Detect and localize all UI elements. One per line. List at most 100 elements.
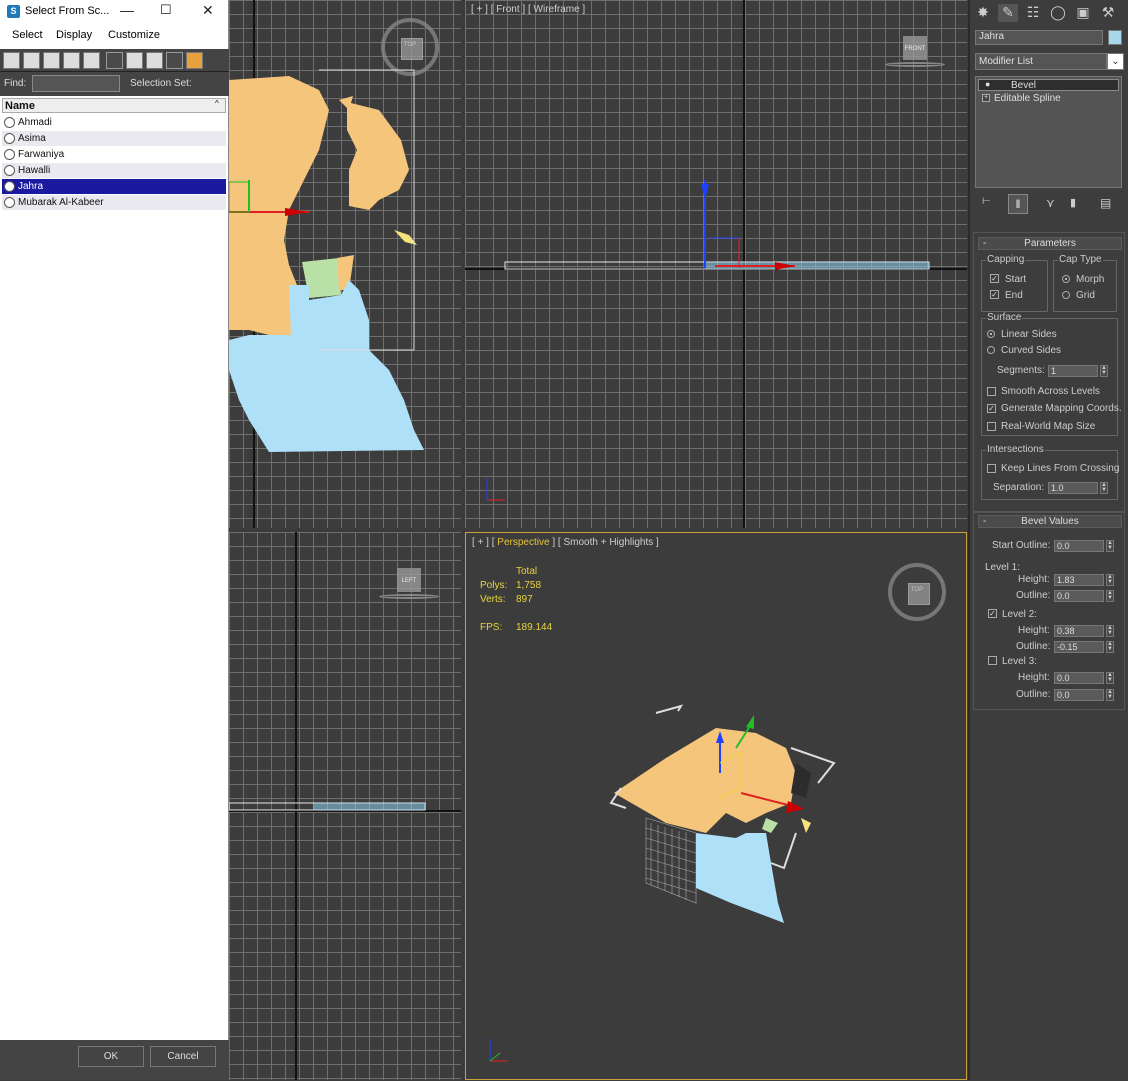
object-color-swatch[interactable]: [1108, 30, 1122, 45]
curved-sides-radio[interactable]: [987, 346, 995, 354]
l2-height-spinner[interactable]: 0.38: [1054, 625, 1104, 637]
viewport-top[interactable]: TOP: [229, 0, 461, 528]
pin-stack-icon[interactable]: ⊢: [982, 196, 998, 212]
morph-label: Morph: [1076, 274, 1105, 285]
list-item[interactable]: Asima: [2, 131, 226, 146]
viewport-left[interactable]: LEFT: [229, 532, 461, 1080]
l1-outline-arrows[interactable]: ▲ ▼: [1106, 590, 1114, 602]
remove-modifier-icon[interactable]: ▮: [1070, 196, 1076, 209]
helpers-filter-icon[interactable]: [83, 52, 100, 69]
spacewarps-filter-icon[interactable]: [106, 52, 123, 69]
stack-item-editable-spline[interactable]: + Editable Spline: [978, 93, 1119, 105]
expand-icon[interactable]: +: [982, 94, 990, 102]
lights-filter-icon[interactable]: [43, 52, 60, 69]
menu-select[interactable]: Select: [12, 29, 43, 41]
create-tab-icon[interactable]: ✸: [973, 4, 993, 22]
chevron-down-icon[interactable]: ⌄: [1107, 53, 1124, 70]
bevel-values-rollout-header[interactable]: - Bevel Values: [978, 515, 1122, 528]
level2-checkbox[interactable]: ✓: [988, 609, 997, 618]
keep-lines-checkbox[interactable]: [987, 464, 996, 473]
l2-outline-spinner[interactable]: -0.15: [1054, 641, 1104, 653]
object-name-field[interactable]: Jahra: [975, 30, 1103, 45]
linear-sides-radio[interactable]: [987, 330, 995, 338]
smooth-across-label: Smooth Across Levels: [1001, 386, 1100, 397]
l3-height-arrows[interactable]: ▲ ▼: [1106, 672, 1114, 684]
l2-height-arrows[interactable]: ▲ ▼: [1106, 625, 1114, 637]
utilities-tab-icon[interactable]: ⚒: [1098, 4, 1118, 22]
filter-toolbar: [0, 49, 229, 72]
sort-icon: ^: [215, 99, 219, 108]
cap-end-checkbox[interactable]: ✓: [990, 290, 999, 299]
bulb-icon[interactable]: ●: [985, 79, 990, 89]
maximize-icon[interactable]: ☐: [160, 2, 172, 18]
groups-filter-icon[interactable]: [126, 52, 143, 69]
linear-sides-label: Linear Sides: [1001, 329, 1057, 340]
kuwait-map-perspective[interactable]: [466, 533, 968, 1081]
minimize-icon[interactable]: —: [120, 2, 134, 18]
viewport-front[interactable]: [ + ] [ Front ] [ Wireframe ] FRONT: [465, 0, 967, 528]
dialog-titlebar[interactable]: S Select From Sc... — ☐ ✕: [0, 0, 228, 24]
l3-height-spinner[interactable]: 0.0: [1054, 672, 1104, 684]
geometry-filter-icon[interactable]: [3, 52, 20, 69]
viewport-perspective[interactable]: [ + ] [ Perspective ] [ Smooth + Highlig…: [465, 532, 967, 1080]
start-outline-spinner[interactable]: 0.0: [1054, 540, 1104, 552]
l3-outline-spinner[interactable]: 0.0: [1054, 689, 1104, 701]
stack-item-bevel[interactable]: ● Bevel: [978, 79, 1119, 91]
separation-spinner[interactable]: 1.0: [1048, 482, 1098, 494]
l3-outline-arrows[interactable]: ▲ ▼: [1106, 689, 1114, 701]
separation-spinner-arrows[interactable]: ▲ ▼: [1100, 482, 1108, 494]
cap-start-checkbox[interactable]: ✓: [990, 274, 999, 283]
l3-height-label: Height:: [1018, 672, 1050, 683]
real-world-checkbox[interactable]: [987, 422, 996, 431]
bones-filter-icon[interactable]: [166, 52, 183, 69]
display-tab-icon[interactable]: ▣: [1073, 4, 1093, 22]
shape-icon: [4, 133, 15, 144]
ok-button[interactable]: OK: [78, 1046, 144, 1067]
l2-outline-arrows[interactable]: ▲ ▼: [1106, 641, 1114, 653]
modify-tab-icon[interactable]: ✎: [998, 4, 1018, 22]
shape-icon: [4, 181, 15, 192]
show-end-result-icon[interactable]: ‖: [1008, 194, 1028, 214]
morph-radio[interactable]: [1062, 275, 1070, 283]
cameras-filter-icon[interactable]: [63, 52, 80, 69]
kuwait-map-top[interactable]: [229, 0, 461, 528]
hierarchy-tab-icon[interactable]: ☷: [1023, 4, 1043, 22]
modifier-stack: ● Bevel + Editable Spline: [975, 76, 1122, 188]
xrefs-filter-icon[interactable]: [146, 52, 163, 69]
list-header-name[interactable]: Name ^: [2, 98, 226, 113]
shape-icon: [4, 165, 15, 176]
level3-checkbox[interactable]: [988, 656, 997, 665]
cancel-button[interactable]: Cancel: [150, 1046, 216, 1067]
list-item[interactable]: Hawalli: [2, 163, 226, 178]
real-world-label: Real-World Map Size: [1001, 421, 1096, 432]
parameters-rollout-header[interactable]: - Parameters: [978, 237, 1122, 250]
configure-sets-icon[interactable]: ▤: [1100, 196, 1111, 210]
grid-radio[interactable]: [1062, 291, 1070, 299]
make-unique-icon[interactable]: ⋎: [1046, 196, 1055, 210]
segments-spinner[interactable]: 1: [1048, 365, 1098, 377]
list-item[interactable]: Ahmadi: [2, 115, 226, 130]
dialog-title: Select From Sc...: [25, 5, 110, 17]
list-item-selected[interactable]: Jahra: [2, 179, 226, 194]
curved-sides-label: Curved Sides: [1001, 345, 1062, 356]
menu-display[interactable]: Display: [56, 29, 92, 41]
start-outline-arrows[interactable]: ▲ ▼: [1106, 540, 1114, 552]
gen-mapping-checkbox[interactable]: ✓: [987, 404, 996, 413]
motion-tab-icon[interactable]: ◯: [1048, 4, 1068, 22]
segments-spinner-arrows[interactable]: ▲ ▼: [1100, 365, 1108, 377]
menu-customize[interactable]: Customize: [108, 29, 160, 41]
list-item[interactable]: Mubarak Al-Kabeer: [2, 195, 226, 210]
l1-height-spinner[interactable]: 1.83: [1054, 574, 1104, 586]
l1-outline-label: Outline:: [1016, 590, 1051, 601]
find-input[interactable]: [32, 75, 120, 92]
close-icon[interactable]: ✕: [202, 2, 214, 19]
shapes-filter-icon[interactable]: [23, 52, 40, 69]
list-item[interactable]: Farwaniya: [2, 147, 226, 162]
modifier-list-dropdown[interactable]: Modifier List: [975, 53, 1107, 70]
l1-height-arrows[interactable]: ▲ ▼: [1106, 574, 1114, 586]
l1-outline-spinner[interactable]: 0.0: [1054, 590, 1104, 602]
start-outline-label: Start Outline:: [992, 540, 1051, 551]
level1-label: Level 1:: [985, 562, 1021, 573]
smooth-across-checkbox[interactable]: [987, 387, 996, 396]
containers-filter-icon[interactable]: [186, 52, 203, 69]
